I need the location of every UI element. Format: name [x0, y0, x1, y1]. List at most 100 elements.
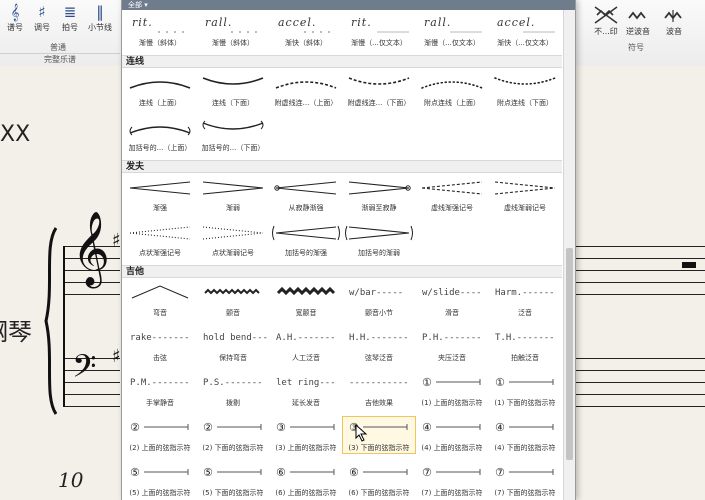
guitar-cell-1[interactable]: 颤音: [197, 282, 269, 318]
guitar-cell-15[interactable]: ----------- 吉他效果: [343, 372, 415, 408]
tempo-cell-5-label: 渐快（...仅文本）: [497, 39, 553, 47]
symbol-palette-popup: 全部 ▾ 连线 发夫 吉他 rit. 渐慢（斜体） rall. 渐慢（斜体） accel…: [121, 0, 576, 500]
hairpin-cell-3[interactable]: 渐弱至寂静: [343, 177, 415, 213]
guitar-cell-19[interactable]: ② (2) 下面的弦指示符: [197, 417, 269, 453]
guitar-line-text: w/bar-----: [349, 288, 404, 298]
hairpin-cell-1[interactable]: 渐弱: [197, 177, 269, 213]
guitar-cell-17[interactable]: ① (1) 下面的弦指示符: [489, 372, 561, 408]
hairpin-cell-8[interactable]: 加括号的渐强: [270, 222, 342, 258]
guitar-cell-0[interactable]: 弯音: [124, 282, 196, 318]
inverted-mordent-button[interactable]: 逆波音: [618, 4, 658, 37]
guitar-cell-26[interactable]: ⑥ (6) 上面的弦指示符: [270, 462, 342, 498]
hairpin-cell-2-preview: [270, 177, 342, 203]
no-print-icon: [594, 6, 618, 24]
treble-clef-icon: 𝄞: [72, 212, 110, 286]
tempo-cell-4[interactable]: rall. 渐慢（...仅文本）: [416, 12, 488, 48]
guitar-cell-10[interactable]: P.H.------- 夹压泛音: [416, 327, 488, 363]
tempo-cell-5[interactable]: accel. 渐快（...仅文本）: [489, 12, 561, 48]
guitar-cell-4-label: 滑音: [445, 309, 459, 317]
hairpin-cell-3-label: 渐弱至寂静: [361, 204, 397, 212]
slur-cell-3[interactable]: 附虚线连...（下面）: [343, 72, 415, 108]
guitar-cell-5[interactable]: Harm.------ 泛音: [489, 282, 561, 318]
guitar-cell-25-preview: ⑤: [197, 462, 269, 488]
hairpin-cell-0[interactable]: 渐强: [124, 177, 196, 213]
guitar-cell-7[interactable]: hold bend--- 保持弯音: [197, 327, 269, 363]
guitar-cell-21[interactable]: ③ (3) 下面的弦指示符: [342, 416, 416, 454]
guitar-cell-27[interactable]: ⑥ (6) 下面的弦指示符: [343, 462, 415, 498]
guitar-cell-20-preview: ③: [270, 417, 342, 443]
guitar-line-text: T.H.-------: [495, 333, 555, 343]
guitar-cell-3[interactable]: w/bar----- 颤音小节: [343, 282, 415, 318]
barline-button[interactable]: ‖ 小节线: [86, 2, 114, 33]
guitar-cell-6[interactable]: rake------- 击弦: [124, 327, 196, 363]
guitar-cell-23-preview: ④: [489, 417, 561, 443]
guitar-cell-2[interactable]: 宽颤音: [270, 282, 342, 318]
guitar-cell-22-label: (4) 上面的弦指示符: [421, 444, 483, 452]
guitar-cell-8[interactable]: A.H.------- 人工泛音: [270, 327, 342, 363]
palette-filter-dropdown[interactable]: 全部 ▾: [128, 0, 148, 10]
guitar-cell-11[interactable]: T.H.------- 拍触泛音: [489, 327, 561, 363]
hairpin-cell-2[interactable]: 从寂静渐强: [270, 177, 342, 213]
guitar-cell-8-label: 人工泛音: [292, 354, 320, 362]
tempo-cell-3[interactable]: rit. 渐慢（...仅文本）: [343, 12, 415, 48]
slur-cell-6[interactable]: 加括号的...（上面）: [124, 117, 196, 153]
full-score-bar: 完整乐谱: [0, 53, 120, 66]
guitar-cell-28[interactable]: ⑦ (7) 上面的弦指示符: [416, 462, 488, 498]
section-header-dynamics: 发夫: [122, 160, 562, 173]
slur-cell-0[interactable]: 连线（上面）: [124, 72, 196, 108]
guitar-cell-14[interactable]: let ring--- 延长发音: [270, 372, 342, 408]
palette-filter-bar[interactable]: 全部 ▾: [122, 0, 575, 10]
slur-cell-7[interactable]: 加括号的...（下面）: [197, 117, 269, 153]
tempo-cell-1[interactable]: rall. 渐慢（斜体）: [197, 12, 269, 48]
hairpin-cell-5[interactable]: 虚线渐弱记号: [489, 177, 561, 213]
tempo-cell-0[interactable]: rit. 渐慢（斜体）: [124, 12, 196, 48]
hairpin-cell-7[interactable]: 点状渐弱记号: [197, 222, 269, 258]
guitar-cell-9[interactable]: H.H.------- 弦琴泛音: [343, 327, 415, 363]
hairpin-cell-9[interactable]: 加括号的渐弱: [343, 222, 415, 258]
slur-cell-1[interactable]: 连线（下面）: [197, 72, 269, 108]
treble-staff-line: [574, 294, 705, 295]
mordent-button[interactable]: 波音: [654, 4, 694, 37]
slur-cell-2[interactable]: 附虚线连...（上面）: [270, 72, 342, 108]
tempo-cell-2-preview: accel.: [270, 12, 342, 38]
guitar-cell-6-preview: rake-------: [124, 327, 196, 353]
tempo-cell-1-label: 渐慢（斜体）: [212, 39, 254, 47]
tempo-cell-2[interactable]: accel. 渐快（斜体）: [270, 12, 342, 48]
guitar-cell-12[interactable]: P.M.------- 手掌静音: [124, 372, 196, 408]
palette-scrollbar[interactable]: [563, 10, 575, 500]
guitar-cell-29[interactable]: ⑦ (7) 下面的弦指示符: [489, 462, 561, 498]
tempo-cell-2-label: 渐快（斜体）: [285, 39, 327, 47]
clef-button[interactable]: 𝄞 谱号: [1, 2, 29, 33]
bass-staff-line: [574, 394, 705, 395]
slur-cell-0-preview: [124, 72, 196, 98]
hairpin-cell-4[interactable]: 虚线渐强记号: [416, 177, 488, 213]
guitar-cell-13-label: 拨剔: [226, 399, 240, 407]
barline-icon: ‖: [96, 3, 104, 21]
guitar-cell-23[interactable]: ④ (4) 下面的弦指示符: [489, 417, 561, 453]
tempo-text: accel.: [497, 16, 536, 29]
tempo-cell-5-preview: accel.: [489, 12, 561, 38]
slur-cell-5[interactable]: 附点连线（下面）: [489, 72, 561, 108]
guitar-cell-9-label: 弦琴泛音: [365, 354, 393, 362]
palette-scrollbar-thumb[interactable]: [566, 248, 573, 460]
time-signature-button[interactable]: ≣ 拍号: [56, 2, 84, 33]
guitar-cell-22[interactable]: ④ (4) 上面的弦指示符: [416, 417, 488, 453]
guitar-cell-15-preview: -----------: [343, 372, 415, 398]
bass-staff-line: [64, 394, 120, 395]
guitar-cell-26-preview: ⑥: [270, 462, 342, 488]
guitar-cell-16[interactable]: ① (1) 上面的弦指示符: [416, 372, 488, 408]
guitar-cell-25[interactable]: ⑤ (5) 下面的弦指示符: [197, 462, 269, 498]
guitar-cell-4[interactable]: w/slide---- 滑音: [416, 282, 488, 318]
guitar-cell-18[interactable]: ② (2) 上面的弦指示符: [124, 417, 196, 453]
slur-cell-4[interactable]: 附点连线（上面）: [416, 72, 488, 108]
hairpin-cell-1-label: 渐弱: [226, 204, 240, 212]
key-signature-button[interactable]: ♯ 调号: [28, 2, 56, 33]
guitar-cell-20[interactable]: ③ (3) 上面的弦指示符: [270, 417, 342, 453]
hairpin-cell-6[interactable]: 点状渐强记号: [124, 222, 196, 258]
guitar-cell-13[interactable]: P.S.------- 拨剔: [197, 372, 269, 408]
guitar-cell-15-label: 吉他效果: [365, 399, 393, 407]
guitar-cell-18-preview: ②: [124, 417, 196, 443]
guitar-line-text: P.H.-------: [422, 333, 482, 343]
guitar-cell-24[interactable]: ⑤ (5) 上面的弦指示符: [124, 462, 196, 498]
guitar-cell-13-preview: P.S.-------: [197, 372, 269, 398]
